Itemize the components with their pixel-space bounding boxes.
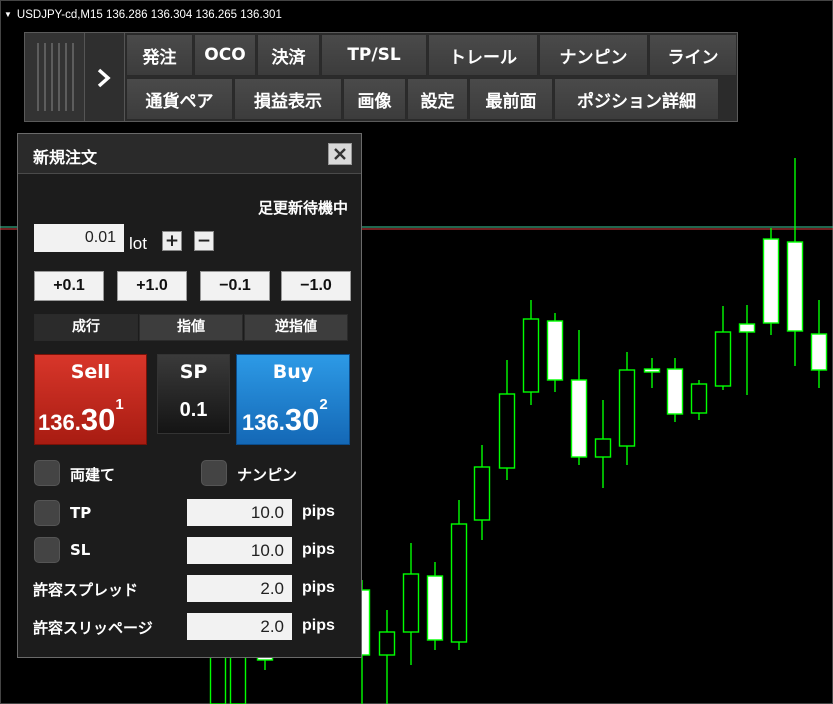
lot-unit-label: lot: [129, 234, 147, 253]
close-button[interactable]: [328, 143, 352, 165]
spread-display: SP 0.1: [157, 354, 230, 434]
status-text: 足更新待機中: [257, 199, 348, 217]
tab-settings[interactable]: 設定: [407, 78, 468, 120]
lot-decrement-button[interactable]: −: [194, 231, 214, 251]
tab-line[interactable]: ライン: [649, 34, 737, 76]
slippage-input[interactable]: 2.0: [187, 613, 292, 640]
tab-nanpin[interactable]: ナンピン: [539, 34, 648, 76]
sub-0-1-button[interactable]: −0.1: [200, 271, 270, 301]
add-0-1-button[interactable]: +0.1: [34, 271, 104, 301]
slippage-unit: pips: [302, 617, 335, 634]
sl-input[interactable]: 10.0: [187, 537, 292, 564]
lot-increment-button[interactable]: +: [162, 231, 182, 251]
new-order-panel: 新規注文 足更新待機中 0.01 lot + − +0.1 +1.0 −0.1 …: [17, 133, 362, 658]
chart-symbol-info: USDJPY-cd,M15 136.286 136.304 136.265 13…: [16, 9, 282, 21]
nanpin-checkbox[interactable]: [201, 460, 227, 486]
sl-label: SL: [70, 541, 91, 559]
sell-button[interactable]: Sell 136.301: [34, 354, 147, 445]
candle: [546, 313, 564, 392]
add-1-0-button[interactable]: +1.0: [117, 271, 187, 301]
nanpin-label: ナンピン: [237, 466, 298, 484]
candle: [762, 228, 780, 335]
tab-image[interactable]: 画像: [343, 78, 406, 120]
tp-checkbox[interactable]: [34, 500, 60, 526]
tab-always-on-top[interactable]: 最前面: [469, 78, 553, 120]
lot-input[interactable]: 0.01: [34, 224, 124, 252]
chart-title: ▼ USDJPY-cd,M15 136.286 136.304 136.265 1…: [4, 9, 282, 21]
slippage-label: 許容スリッページ: [33, 619, 153, 637]
buy-price: 136.302: [242, 396, 328, 437]
tab-position-details[interactable]: ポジション詳細: [554, 78, 719, 120]
spread-label: SP: [179, 361, 208, 383]
chevron-right-icon: [97, 68, 111, 88]
spread-limit-label: 許容スプレッド: [33, 581, 139, 599]
ryoudate-label: 両建て: [70, 466, 116, 484]
sl-unit: pips: [302, 541, 335, 558]
tab-tp-sl[interactable]: TP/SL: [321, 34, 427, 76]
spread-limit-unit: pips: [302, 579, 335, 596]
tab-currency-pair[interactable]: 通貨ペア: [126, 78, 233, 120]
tab-trail[interactable]: トレール: [428, 34, 538, 76]
toolbar-row-2: 通貨ペア 損益表示 画像 設定 最前面 ポジション詳細: [126, 77, 720, 121]
expand-toolbar-button[interactable]: [85, 33, 125, 121]
tab-market-order[interactable]: 成行: [34, 314, 138, 341]
toolbar-grip-handle[interactable]: [25, 33, 85, 121]
buy-button[interactable]: Buy 136.302: [236, 354, 350, 445]
tab-order[interactable]: 発注: [126, 34, 193, 76]
spread-value: 0.1: [179, 399, 208, 421]
tp-unit: pips: [302, 503, 335, 520]
dropdown-triangle-icon[interactable]: ▼: [4, 10, 12, 19]
tp-label: TP: [70, 504, 92, 522]
panel-title: 新規注文: [33, 148, 98, 167]
toolbar-row-1: 発注 OCO 決済 TP/SL トレール ナンピン ライン: [126, 33, 738, 77]
tab-settle[interactable]: 決済: [257, 34, 320, 76]
buy-label: Buy: [272, 361, 314, 383]
spread-limit-input[interactable]: 2.0: [187, 575, 292, 602]
tab-pl-display[interactable]: 損益表示: [234, 78, 342, 120]
ryoudate-checkbox[interactable]: [34, 460, 60, 486]
sell-price: 136.301: [38, 396, 124, 437]
tab-oco[interactable]: OCO: [194, 34, 256, 76]
sell-label: Sell: [70, 361, 111, 383]
tab-limit-order[interactable]: 指値: [139, 314, 243, 341]
sub-1-0-button[interactable]: −1.0: [281, 271, 351, 301]
tp-input[interactable]: 10.0: [187, 499, 292, 526]
toolbar: 発注 OCO 決済 TP/SL トレール ナンピン ライン 通貨ペア 損益表示 …: [24, 32, 738, 122]
panel-header[interactable]: 新規注文: [18, 134, 361, 174]
tab-stop-order[interactable]: 逆指値: [244, 314, 348, 341]
close-icon: [334, 148, 346, 160]
sl-checkbox[interactable]: [34, 537, 60, 563]
